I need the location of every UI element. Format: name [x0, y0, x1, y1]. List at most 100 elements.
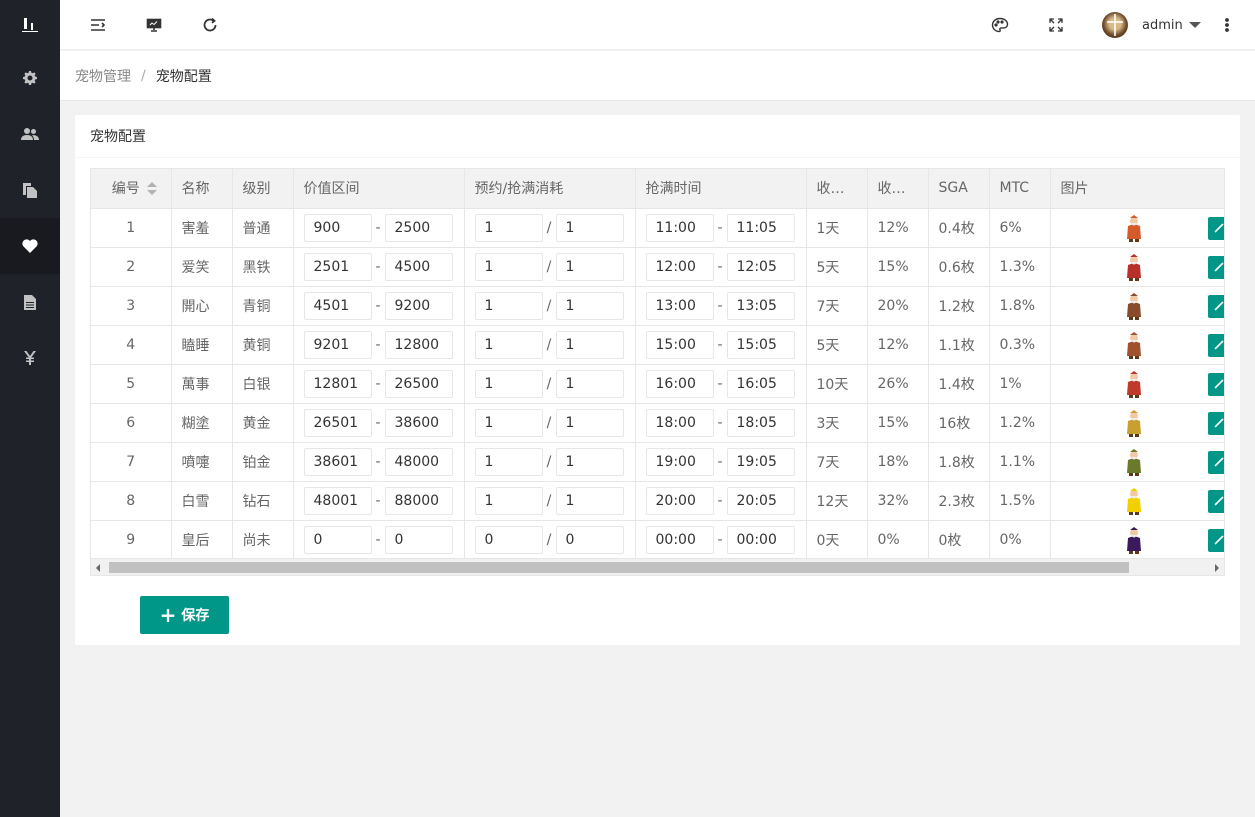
edit-button[interactable]: [1207, 333, 1224, 357]
time-start-input[interactable]: [645, 447, 714, 476]
grab-cost-input[interactable]: [555, 525, 624, 554]
scrollbar-thumb[interactable]: [109, 562, 1129, 573]
logo-icon: [22, 18, 38, 32]
user-menu[interactable]: admin: [1102, 0, 1201, 50]
grab-cost-input[interactable]: [555, 252, 624, 281]
time-end-input[interactable]: [726, 447, 795, 476]
col-header-id[interactable]: 编号: [91, 169, 172, 209]
reserve-cost-input[interactable]: [474, 486, 543, 515]
cell-rate: 18%: [867, 442, 929, 482]
cell-days: 12天: [806, 481, 868, 521]
sort-icon[interactable]: [146, 182, 157, 195]
time-start-input[interactable]: [645, 291, 714, 320]
copy-icon: [23, 182, 37, 198]
reserve-cost-input[interactable]: [474, 330, 543, 359]
sidebar-item-finance[interactable]: [0, 330, 60, 386]
time-end-input[interactable]: [726, 525, 795, 554]
edit-button[interactable]: [1207, 411, 1224, 435]
reserve-cost-input[interactable]: [474, 408, 543, 437]
value-max-input[interactable]: [384, 486, 453, 515]
time-start-input[interactable]: [645, 525, 714, 554]
cell-time: -: [635, 403, 807, 443]
logo[interactable]: [0, 0, 60, 50]
value-min-input[interactable]: [303, 525, 372, 554]
grab-cost-input[interactable]: [555, 213, 624, 242]
website-button[interactable]: [134, 0, 174, 50]
cell-cost: /: [464, 286, 636, 326]
pet-image: [1126, 526, 1141, 554]
reserve-cost-input[interactable]: [474, 291, 543, 320]
reserve-cost-input[interactable]: [474, 252, 543, 281]
pet-image: [1126, 409, 1141, 437]
time-end-input[interactable]: [726, 486, 795, 515]
edit-button[interactable]: [1207, 489, 1224, 513]
grab-cost-input[interactable]: [555, 408, 624, 437]
value-max-input[interactable]: [384, 291, 453, 320]
reserve-cost-input[interactable]: [474, 447, 543, 476]
sidebar-item-reports[interactable]: [0, 274, 60, 330]
value-max-input[interactable]: [384, 525, 453, 554]
value-min-input[interactable]: [303, 330, 372, 359]
edit-button[interactable]: [1207, 294, 1224, 318]
value-max-input[interactable]: [384, 213, 453, 242]
gear-icon: [23, 71, 37, 85]
cell-sga: 1.8枚: [928, 442, 990, 482]
grab-cost-input[interactable]: [555, 486, 624, 515]
time-end-input[interactable]: [726, 291, 795, 320]
refresh-button[interactable]: [190, 0, 230, 50]
value-max-input[interactable]: [384, 330, 453, 359]
value-max-input[interactable]: [384, 252, 453, 281]
time-start-input[interactable]: [645, 486, 714, 515]
fullscreen-button[interactable]: [1036, 0, 1076, 50]
reserve-cost-input[interactable]: [474, 213, 543, 242]
value-max-input[interactable]: [384, 408, 453, 437]
cell-value-range: -: [293, 286, 465, 326]
sidebar-item-pets[interactable]: [0, 218, 60, 274]
time-end-input[interactable]: [726, 330, 795, 359]
horizontal-scrollbar[interactable]: [91, 558, 1224, 575]
edit-button[interactable]: [1207, 255, 1224, 279]
time-end-input[interactable]: [726, 213, 795, 242]
grab-cost-input[interactable]: [555, 291, 624, 320]
value-min-input[interactable]: [303, 252, 372, 281]
cell-time: -: [635, 208, 807, 248]
value-min-input[interactable]: [303, 213, 372, 242]
grab-cost-input[interactable]: [555, 369, 624, 398]
sidebar-item-documents[interactable]: [0, 162, 60, 218]
edit-button[interactable]: [1207, 450, 1224, 474]
grab-cost-input[interactable]: [555, 330, 624, 359]
value-min-input[interactable]: [303, 447, 372, 476]
reserve-cost-input[interactable]: [474, 369, 543, 398]
value-min-input[interactable]: [303, 408, 372, 437]
time-end-input[interactable]: [726, 369, 795, 398]
value-min-input[interactable]: [303, 486, 372, 515]
time-start-input[interactable]: [645, 330, 714, 359]
scroll-left-icon[interactable]: [96, 564, 100, 572]
edit-button[interactable]: [1207, 528, 1224, 552]
edit-button[interactable]: [1207, 372, 1224, 396]
theme-button[interactable]: [980, 0, 1020, 50]
toggle-sidebar-button[interactable]: [78, 0, 118, 50]
reserve-cost-input[interactable]: [474, 525, 543, 554]
scroll-right-icon[interactable]: [1215, 564, 1219, 572]
value-min-input[interactable]: [303, 291, 372, 320]
grab-cost-input[interactable]: [555, 447, 624, 476]
time-end-input[interactable]: [726, 252, 795, 281]
value-min-input[interactable]: [303, 369, 372, 398]
time-end-input[interactable]: [726, 408, 795, 437]
value-max-input[interactable]: [384, 447, 453, 476]
time-start-input[interactable]: [645, 252, 714, 281]
time-start-input[interactable]: [645, 213, 714, 242]
save-button[interactable]: + 保存: [140, 596, 229, 634]
breadcrumb-parent[interactable]: 宠物管理: [75, 66, 131, 86]
sidebar-item-settings[interactable]: [0, 50, 60, 106]
table-row: 9 皇后 尚未 - / - 0天 0% 0枚 0%: [91, 520, 1224, 560]
time-start-input[interactable]: [645, 408, 714, 437]
pencil-icon: [1213, 418, 1224, 428]
more-button[interactable]: [1207, 0, 1247, 50]
value-max-input[interactable]: [384, 369, 453, 398]
sidebar-item-users[interactable]: [0, 106, 60, 162]
edit-button[interactable]: [1207, 216, 1224, 240]
time-start-input[interactable]: [645, 369, 714, 398]
cell-image: [1050, 247, 1224, 287]
